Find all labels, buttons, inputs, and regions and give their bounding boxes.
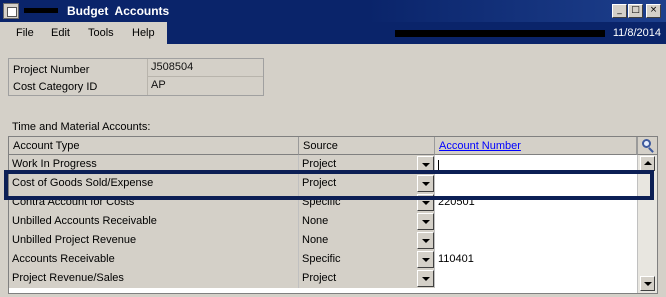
row-highlight-box xyxy=(4,170,654,200)
source-cell[interactable]: None xyxy=(299,231,435,250)
source-dropdown-button[interactable] xyxy=(417,232,434,249)
account-type-cell: Project Revenue/Sales xyxy=(9,269,299,288)
accounts-grid: Account Type Source Account Number Work … xyxy=(8,136,658,294)
source-dropdown-button[interactable] xyxy=(417,251,434,268)
table-row[interactable]: Accounts Receivable Specific 110401 xyxy=(9,250,637,269)
column-header-account-type[interactable]: Account Type xyxy=(9,137,299,155)
source-dropdown-button[interactable] xyxy=(417,270,434,287)
column-header-source[interactable]: Source xyxy=(299,137,435,155)
account-number-cell[interactable] xyxy=(435,269,637,288)
project-number-label: Project Number xyxy=(13,64,90,76)
user-date[interactable]: 11/8/2014 xyxy=(613,27,661,39)
window-title: Budget Accounts xyxy=(67,4,170,18)
table-row[interactable]: Project Revenue/Sales Project xyxy=(9,269,637,288)
minimize-button[interactable]: _ xyxy=(612,4,627,18)
maximize-button[interactable]: □ xyxy=(628,4,643,18)
project-info-panel: Project Number J508504 Cost Category ID … xyxy=(8,58,264,96)
account-type-cell: Unbilled Accounts Receivable xyxy=(9,212,299,231)
close-button[interactable]: × xyxy=(646,4,661,18)
cost-category-label: Cost Category ID xyxy=(13,81,98,93)
account-type-cell: Unbilled Project Revenue xyxy=(9,231,299,250)
source-cell[interactable]: None xyxy=(299,212,435,231)
table-row[interactable]: Unbilled Accounts Receivable None xyxy=(9,212,637,231)
menu-help[interactable]: Help xyxy=(132,27,155,39)
project-number-value: J508504 xyxy=(147,59,263,77)
app-icon[interactable] xyxy=(3,3,19,19)
menu-file[interactable]: File xyxy=(16,27,34,39)
menu-edit[interactable]: Edit xyxy=(51,27,70,39)
source-cell[interactable]: Project xyxy=(299,269,435,288)
scroll-up-button[interactable] xyxy=(640,156,655,171)
menu-tools[interactable]: Tools xyxy=(88,27,114,39)
text-cursor xyxy=(438,160,439,170)
source-cell[interactable]: Specific xyxy=(299,250,435,269)
title-bar: Budget Accounts _ □ × xyxy=(0,0,666,22)
account-number-cell[interactable]: 110401 xyxy=(435,250,637,269)
column-header-account-number[interactable]: Account Number xyxy=(435,137,637,155)
scroll-down-button[interactable] xyxy=(640,276,655,291)
section-title: Time and Material Accounts: xyxy=(12,121,151,133)
redacted-bar xyxy=(24,8,58,13)
source-dropdown-button[interactable] xyxy=(417,213,434,230)
lookup-icon[interactable] xyxy=(637,137,657,155)
cost-category-value: AP xyxy=(147,77,263,95)
account-number-cell[interactable] xyxy=(435,212,637,231)
account-number-link[interactable]: Account Number xyxy=(439,140,521,152)
magnifier-handle xyxy=(648,147,654,153)
account-type-cell: Accounts Receivable xyxy=(9,250,299,269)
table-row[interactable]: Unbilled Project Revenue None xyxy=(9,231,637,250)
redacted-bar xyxy=(395,30,605,37)
account-number-cell[interactable] xyxy=(435,231,637,250)
